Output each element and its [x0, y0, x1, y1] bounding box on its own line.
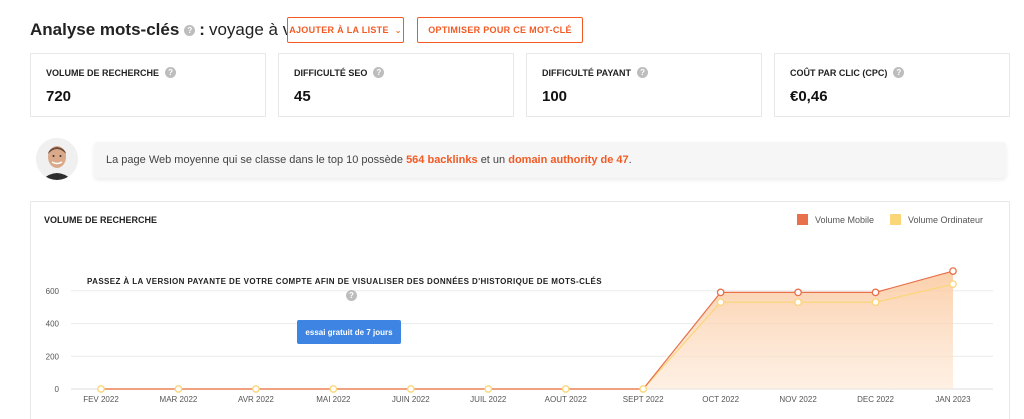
question-icon[interactable]: ?: [637, 67, 649, 78]
x-tick-label: AOUT 2022: [545, 395, 588, 404]
metric-card-paid-difficulty: DIFFICULTÉ PAYANT? 100: [526, 53, 762, 117]
optimize-keyword-button[interactable]: OPTIMISER POUR CE MOT-CLÉ: [417, 17, 583, 43]
desktop-data-point: [174, 385, 183, 393]
metric-value: 720: [46, 88, 72, 105]
free-trial-button[interactable]: essai gratuit de 7 jours: [297, 320, 401, 344]
metric-value: €0,46: [790, 88, 828, 105]
metric-label: COÛT PAR CLIC (CPC): [790, 67, 888, 78]
desktop-data-point: [871, 298, 880, 307]
x-tick-label: OCT 2022: [702, 395, 739, 404]
mobile-data-point: [716, 288, 725, 297]
question-icon[interactable]: ?: [165, 67, 177, 78]
page-title: Analyse mots-clés: [30, 20, 180, 39]
y-tick-label: 200: [46, 352, 60, 361]
search-volume-chart-panel: VOLUME DE RECHERCHE Volume Mobile Volume…: [30, 201, 1010, 419]
x-tick-label: DEC 2022: [857, 395, 894, 404]
question-icon[interactable]: ?: [893, 67, 905, 78]
x-tick-label: NOV 2022: [779, 395, 817, 404]
mobile-data-point: [949, 267, 957, 275]
add-to-list-label: AJOUTER À LA LISTE: [289, 25, 389, 35]
x-tick-label: SEPT 2022: [623, 395, 664, 404]
insight-text-middle: et un: [480, 154, 506, 166]
metric-card-search-volume: VOLUME DE RECHERCHE? 720: [30, 53, 266, 117]
page-header: Analyse mots-clés ? : voyage à vélo: [30, 16, 314, 44]
avatar: [36, 138, 78, 180]
search-volume-chart: 0 200 400 600 FEV 2022 MAR 2022 AVR 2022 MAI 20…: [46, 267, 993, 404]
metric-label: DIFFICULTÉ PAYANT: [542, 67, 632, 78]
desktop-data-point: [406, 385, 415, 393]
title-separator: :: [199, 20, 205, 39]
metric-value: 45: [294, 88, 311, 105]
desktop-data-point: [949, 280, 957, 289]
desktop-data-point: [716, 298, 725, 307]
mobile-area: [101, 271, 953, 389]
metric-value: 100: [542, 88, 568, 105]
insight-banner: La page Web moyenne qui se classe dans l…: [94, 142, 1006, 178]
backlinks-highlight: 564 backlinks: [406, 154, 478, 166]
desktop-data-point: [794, 298, 802, 307]
y-tick-label: 400: [46, 320, 60, 329]
domain-authority-highlight: domain authority de 47: [508, 154, 629, 166]
desktop-data-point: [484, 385, 493, 393]
insight-text-after: .: [628, 154, 632, 166]
mobile-data-point: [871, 288, 880, 297]
x-tick-label: JUIN 2022: [392, 395, 430, 404]
x-tick-label: AVR 2022: [238, 395, 274, 404]
metric-card-seo-difficulty: DIFFICULTÉ SEO? 45: [278, 53, 514, 117]
x-tick-label: FEV 2022: [83, 395, 119, 404]
desktop-data-point: [97, 385, 105, 393]
metric-card-cpc: COÛT PAR CLIC (CPC)? €0,46: [774, 53, 1010, 117]
x-tick-label: MAI 2022: [316, 395, 351, 404]
mobile-data-point: [794, 288, 802, 297]
x-tick-label: JUIL 2022: [470, 395, 507, 404]
avatar-face-icon: [36, 138, 78, 180]
y-tick-label: 0: [55, 385, 60, 394]
chevron-down-icon: ⌄: [394, 25, 402, 35]
add-to-list-button[interactable]: AJOUTER À LA LISTE ⌄: [287, 17, 404, 43]
metric-label: DIFFICULTÉ SEO: [294, 67, 368, 78]
insight-text-before: La page Web moyenne qui se classe dans l…: [106, 154, 403, 166]
upsell-message: PASSEZ À LA VERSION PAYANTE DE VOTRE COM…: [87, 277, 603, 286]
desktop-data-point: [561, 385, 570, 393]
optimize-label: OPTIMISER POUR CE MOT-CLÉ: [428, 25, 572, 35]
desktop-data-point: [329, 385, 338, 393]
desktop-data-point: [639, 385, 648, 393]
question-icon[interactable]: ?: [184, 24, 196, 36]
question-icon[interactable]: ?: [346, 290, 357, 301]
x-tick-label: MAR 2022: [160, 395, 198, 404]
y-tick-label: 600: [46, 287, 60, 296]
desktop-data-point: [252, 385, 260, 393]
metric-label: VOLUME DE RECHERCHE: [46, 67, 160, 78]
question-icon[interactable]: ?: [373, 67, 385, 78]
x-tick-label: JAN 2023: [935, 395, 971, 404]
